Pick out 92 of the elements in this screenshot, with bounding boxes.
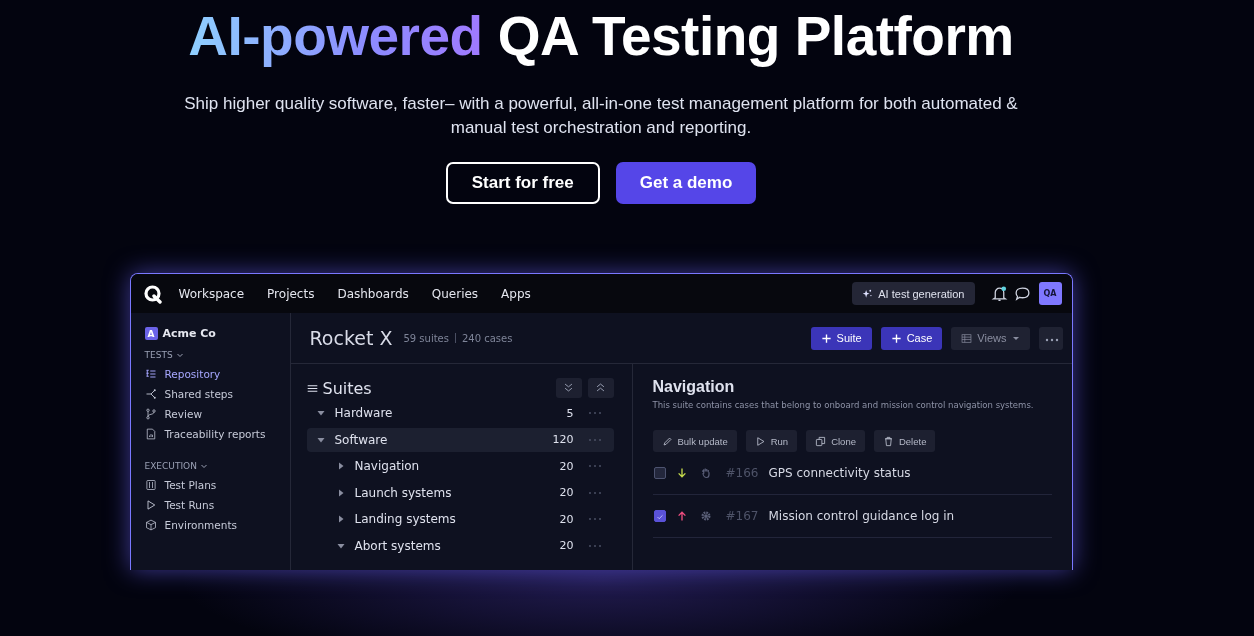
hand-icon [699, 467, 712, 479]
more-icon [587, 410, 602, 416]
tree-row[interactable]: Landing systems 20 [306, 507, 614, 531]
demo-button[interactable]: Get a demo [615, 162, 757, 204]
action-button[interactable]: Delete [873, 430, 936, 452]
checkbox[interactable] [653, 510, 666, 522]
ai-generation-button[interactable]: AI test generation [852, 282, 975, 305]
tree-row[interactable]: Hardware 5 [306, 401, 614, 425]
tree-row[interactable]: Navigation 20 [306, 454, 614, 478]
suite-title: Navigation [652, 378, 736, 396]
more-icon [587, 463, 602, 469]
nav-link[interactable]: Projects [267, 286, 315, 301]
suite-name: Abort systems [354, 538, 442, 553]
tree-row[interactable]: Abort systems 20 [306, 533, 614, 558]
workspace-badge: A [144, 327, 158, 340]
gear-icon [699, 510, 712, 522]
start-button[interactable]: Start for free [445, 162, 600, 204]
case-id: #167 [725, 509, 759, 523]
case-id: #166 [725, 466, 759, 480]
headline-text: QA Testing Platform [497, 4, 1014, 69]
report-icon [144, 428, 157, 440]
case-title[interactable]: GPS connectivity status [768, 466, 911, 480]
section-heading[interactable]: TESTS [144, 350, 173, 360]
views-dropdown[interactable]: Views [951, 326, 1030, 350]
expand-all-button[interactable] [555, 378, 582, 398]
sidebar-item[interactable]: Test Runs [164, 499, 215, 511]
trash-icon [882, 435, 894, 447]
more-icon [587, 516, 602, 522]
sidebar-item[interactable]: Repository [164, 368, 221, 380]
panel-title: Suites [322, 378, 373, 398]
nav-link[interactable]: Apps [501, 286, 531, 301]
sidebar-item[interactable]: Traceability reports [164, 428, 266, 440]
case-count: 20 [558, 486, 574, 499]
plus-icon [820, 332, 832, 344]
project-title: Rocket X [309, 327, 393, 349]
table-icon [961, 332, 973, 344]
suite-name: Hardware [334, 406, 394, 420]
collapse-all-button[interactable] [587, 378, 614, 398]
sidebar-item[interactable]: Test Plans [164, 479, 217, 491]
nav-link[interactable]: Workspace [178, 286, 245, 301]
play-icon [754, 435, 766, 447]
play-icon [144, 499, 157, 511]
double-chevron-down-icon [563, 381, 574, 393]
menu-icon [306, 382, 318, 394]
sidebar-item[interactable]: Environments [164, 519, 237, 531]
more-icon [587, 542, 602, 549]
list-icon [144, 368, 157, 380]
logo-icon [142, 283, 163, 304]
workspace-name[interactable]: Acme Co [162, 327, 216, 340]
sidebar-item[interactable]: Review [164, 408, 202, 420]
case-count: 240 cases [461, 332, 513, 344]
add-button[interactable]: Suite [810, 326, 872, 350]
suite-name: Navigation [354, 459, 421, 473]
subtitle: Ship higher quality software, faster– with a powerful, all-in-one test management platform for both automated & manual test orchestration and reporting. [183, 93, 1019, 139]
add-button[interactable]: Case [880, 326, 943, 350]
action-button[interactable]: Bulk update [652, 430, 737, 452]
branch-icon [144, 408, 157, 420]
chat-icon [1013, 285, 1031, 302]
section-heading[interactable]: EXECUTION [144, 461, 197, 471]
case-count: 20 [558, 539, 574, 552]
more-icon [1044, 336, 1059, 343]
plan-icon [144, 479, 157, 491]
action-button[interactable]: Run [745, 430, 798, 452]
nav-link[interactable]: Queries [431, 286, 479, 301]
plus-icon [890, 332, 902, 344]
case-title[interactable]: Mission control guidance log in [768, 509, 955, 523]
suite-name: Launch systems [354, 485, 453, 500]
more-icon [587, 489, 602, 496]
pencil-icon [661, 435, 673, 447]
user-avatar[interactable]: QA [1038, 282, 1062, 305]
action-button[interactable]: Clone [806, 430, 865, 452]
double-chevron-up-icon [595, 381, 606, 393]
case-count: 20 [558, 512, 574, 526]
case-count: 120 [551, 433, 574, 446]
sparkle-icon [862, 288, 874, 299]
suite-count: 59 suites [403, 332, 449, 344]
suite-description: This suite contains cases that belong to onboard and mission control navigation systems. [652, 400, 1035, 410]
caret-icon [1011, 334, 1020, 342]
case-count: 20 [558, 459, 574, 473]
checkbox[interactable] [653, 467, 666, 479]
sidebar-item[interactable]: Shared steps [164, 388, 233, 400]
tree-row[interactable]: Launch systems 20 [306, 480, 614, 505]
tree-row[interactable]: Software 120 [306, 427, 614, 452]
case-count: 5 [565, 406, 574, 420]
suite-name: Software [334, 432, 389, 447]
suite-name: Landing systems [354, 512, 457, 526]
share-icon [144, 388, 157, 400]
nav-link[interactable]: Dashboards [337, 286, 409, 301]
copy-icon [815, 435, 827, 447]
check-icon [654, 512, 665, 522]
more-icon [587, 436, 602, 443]
cube-icon [144, 519, 157, 531]
